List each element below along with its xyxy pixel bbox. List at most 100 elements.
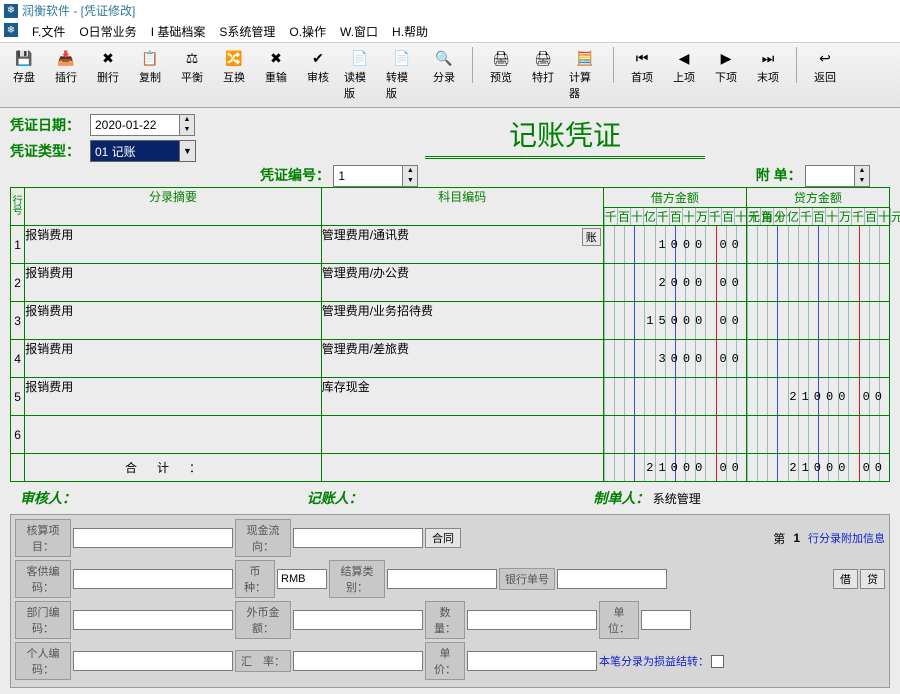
subject-cell[interactable]: 管理费用/业务招待费 <box>321 302 603 340</box>
tool-icon: ↩ <box>815 49 835 67</box>
date-up[interactable]: ▲ <box>180 115 194 125</box>
credit-cell[interactable] <box>746 264 889 302</box>
credit-cell[interactable] <box>746 226 889 264</box>
subject-cell[interactable]: 管理费用/差旅费 <box>321 340 603 378</box>
num-up[interactable]: ▲ <box>403 166 417 176</box>
subject-cell[interactable]: 管理费用/通讯费账 <box>321 226 603 264</box>
tool-计算器[interactable]: 🧮计算器 <box>567 47 603 103</box>
att-down[interactable]: ▼ <box>855 176 869 186</box>
tool-末项[interactable]: ⏭末项 <box>750 47 786 103</box>
summary-cell[interactable]: 报销费用 <box>25 302 321 340</box>
debit-cell[interactable] <box>603 378 746 416</box>
tool-读模版[interactable]: 📄读模版 <box>342 47 378 103</box>
price-label: 单价： <box>425 642 465 680</box>
zhang-button[interactable]: 账 <box>582 228 601 246</box>
attach-input[interactable] <box>805 165 855 187</box>
doc-title: 记账凭证 <box>240 114 890 154</box>
credit-button[interactable]: 贷 <box>860 569 885 589</box>
menu-sys[interactable]: S系统管理 <box>219 23 275 40</box>
credit-cell[interactable]: 21000 00 <box>746 378 889 416</box>
date-input[interactable] <box>90 114 180 136</box>
summary-cell[interactable]: 报销费用 <box>25 340 321 378</box>
credit-cell[interactable] <box>746 416 889 454</box>
tool-分录[interactable]: 🔍分录 <box>426 47 462 103</box>
att-up[interactable]: ▲ <box>855 166 869 176</box>
credit-cell[interactable] <box>746 340 889 378</box>
summary-cell[interactable]: 报销费用 <box>25 264 321 302</box>
tool-插行[interactable]: 📥插行 <box>48 47 84 103</box>
table-row[interactable]: 4报销费用管理费用/差旅费3000 00 <box>11 340 890 378</box>
bank-input[interactable] <box>557 569 667 589</box>
menu-op[interactable]: O.操作 <box>289 23 326 40</box>
debit-cell[interactable]: 1000 00 <box>603 226 746 264</box>
price-input[interactable] <box>467 651 597 671</box>
menu-bar: ❄ F.文件 O日常业务 I 基础档案 S系统管理 O.操作 W.窗口 H.帮助 <box>0 21 900 43</box>
table-row[interactable]: 1报销费用管理费用/通讯费账1000 00 <box>11 226 890 264</box>
tool-返回[interactable]: ↩返回 <box>807 47 843 103</box>
tool-转模版[interactable]: 📄转模版 <box>384 47 420 103</box>
number-input[interactable] <box>333 165 403 187</box>
tool-label: 首项 <box>631 69 653 85</box>
currency-input[interactable] <box>277 569 327 589</box>
debit-cell[interactable] <box>603 416 746 454</box>
summary-cell[interactable]: 报销费用 <box>25 378 321 416</box>
cash-input[interactable] <box>293 528 423 548</box>
tool-平衡[interactable]: ⚖平衡 <box>174 47 210 103</box>
total-debit: 21000 00 <box>646 461 744 475</box>
qty-input[interactable] <box>467 610 597 630</box>
rate-label: 汇 率： <box>235 650 291 672</box>
tool-审核[interactable]: ✔审核 <box>300 47 336 103</box>
table-row[interactable]: 3报销费用管理费用/业务招待费15000 00 <box>11 302 890 340</box>
debit-button[interactable]: 借 <box>833 569 858 589</box>
summary-cell[interactable] <box>25 416 321 454</box>
settle-input[interactable] <box>387 569 497 589</box>
rate-input[interactable] <box>293 651 423 671</box>
tool-预览[interactable]: 🖨预览 <box>483 47 519 103</box>
table-row[interactable]: 6 <box>11 416 890 454</box>
menu-help[interactable]: H.帮助 <box>392 23 428 40</box>
tool-存盘[interactable]: 💾存盘 <box>6 47 42 103</box>
tool-首项[interactable]: ⏮首项 <box>624 47 660 103</box>
unit-input[interactable] <box>641 610 691 630</box>
tool-特打[interactable]: 🖨特打 <box>525 47 561 103</box>
tool-label: 重输 <box>265 69 287 85</box>
tool-下项[interactable]: ▶下项 <box>708 47 744 103</box>
subject-cell[interactable] <box>321 416 603 454</box>
vendor-input[interactable] <box>73 569 233 589</box>
person-input[interactable] <box>73 651 233 671</box>
tool-icon: 🖨 <box>533 49 553 67</box>
date-down[interactable]: ▼ <box>180 125 194 135</box>
table-row[interactable]: 2报销费用管理费用/办公费2000 00 <box>11 264 890 302</box>
subject-cell[interactable]: 库存现金 <box>321 378 603 416</box>
debit-cell[interactable]: 3000 00 <box>603 340 746 378</box>
menu-daily[interactable]: O日常业务 <box>79 23 136 40</box>
type-dropdown-icon[interactable]: ▼ <box>180 140 196 162</box>
tool-复制[interactable]: 📋复制 <box>132 47 168 103</box>
tool-icon: ✔ <box>308 49 328 67</box>
carry-checkbox[interactable] <box>711 655 724 668</box>
dept-input[interactable] <box>73 610 233 630</box>
credit-cell[interactable] <box>746 302 889 340</box>
debit-cell[interactable]: 15000 00 <box>603 302 746 340</box>
num-down[interactable]: ▼ <box>403 176 417 186</box>
tool-label: 转模版 <box>386 69 418 101</box>
menu-file[interactable]: F.文件 <box>32 23 65 40</box>
tool-icon: ▶ <box>716 49 736 67</box>
type-select[interactable]: 01 记账 <box>90 140 180 162</box>
extra-info-link[interactable]: 行分录附加信息 <box>808 530 885 546</box>
menu-base[interactable]: I 基础档案 <box>151 23 206 40</box>
tool-互换[interactable]: 🔀互换 <box>216 47 252 103</box>
menu-window[interactable]: W.窗口 <box>340 23 378 40</box>
tool-删行[interactable]: ✖删行 <box>90 47 126 103</box>
proj-label: 核算项目： <box>15 519 71 557</box>
summary-cell[interactable]: 报销费用 <box>25 226 321 264</box>
debit-cell[interactable]: 2000 00 <box>603 264 746 302</box>
tool-重输[interactable]: ✖重输 <box>258 47 294 103</box>
foreign-input[interactable] <box>293 610 423 630</box>
contract-button[interactable]: 合同 <box>425 528 461 548</box>
proj-input[interactable] <box>73 528 233 548</box>
tool-label: 读模版 <box>344 69 376 101</box>
table-row[interactable]: 5报销费用库存现金21000 00 <box>11 378 890 416</box>
subject-cell[interactable]: 管理费用/办公费 <box>321 264 603 302</box>
tool-上项[interactable]: ◀上项 <box>666 47 702 103</box>
